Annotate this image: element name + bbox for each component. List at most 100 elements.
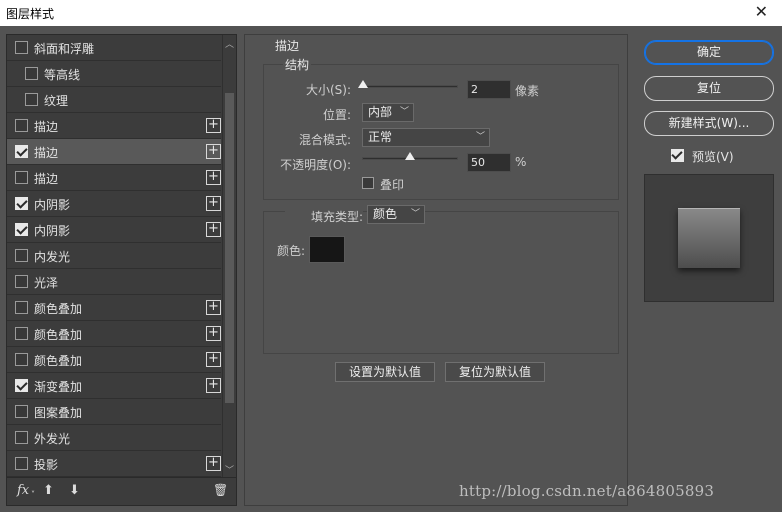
style-item-checkbox[interactable]: [15, 379, 28, 392]
add-effect-icon[interactable]: +: [206, 352, 221, 367]
style-item[interactable]: 光泽: [7, 269, 221, 295]
color-swatch[interactable]: [309, 236, 345, 263]
size-slider[interactable]: [358, 80, 458, 88]
style-item-checkbox[interactable]: [15, 171, 28, 184]
window-title: 图层样式: [6, 7, 55, 21]
opacity-unit: %: [515, 155, 527, 169]
style-item[interactable]: 内阴影 +: [7, 217, 221, 243]
style-item[interactable]: 等高线: [7, 61, 221, 87]
add-effect-icon[interactable]: +: [206, 378, 221, 393]
style-item-checkbox[interactable]: [15, 275, 28, 288]
style-list-scrollbar[interactable]: ︿ ﹀: [222, 35, 236, 477]
reset-button[interactable]: 复位: [644, 76, 774, 101]
trash-icon[interactable]: 🗑: [213, 483, 228, 497]
style-item-checkbox[interactable]: [15, 301, 28, 314]
ok-button[interactable]: 确定: [644, 40, 774, 65]
style-item-label: 渐变叠加: [34, 380, 83, 394]
style-item-checkbox[interactable]: [15, 223, 28, 236]
position-value: 内部: [368, 105, 393, 119]
style-item-checkbox[interactable]: [15, 353, 28, 366]
add-effect-icon[interactable]: +: [206, 196, 221, 211]
preview-thumbnail: [678, 208, 740, 268]
style-item-checkbox[interactable]: [15, 249, 28, 262]
style-item-checkbox[interactable]: [15, 431, 28, 444]
style-item-checkbox[interactable]: [15, 327, 28, 340]
style-item[interactable]: 纹理: [7, 87, 221, 113]
blend-mode-select[interactable]: 正常 ﹀: [362, 128, 490, 147]
move-down-icon[interactable]: ⬇: [69, 483, 80, 498]
style-item-label: 内阴影: [34, 198, 71, 212]
style-item-label: 颜色叠加: [34, 354, 83, 368]
style-item-checkbox[interactable]: [25, 67, 38, 80]
style-item-label: 斜面和浮雕: [34, 42, 95, 56]
fill-group: [263, 211, 619, 354]
position-select[interactable]: 内部 ﹀: [362, 103, 414, 122]
fill-type-select[interactable]: 颜色 ﹀: [367, 205, 425, 224]
style-item-checkbox[interactable]: [15, 197, 28, 210]
add-effect-icon[interactable]: +: [206, 118, 221, 133]
style-item[interactable]: 颜色叠加 +: [7, 347, 221, 373]
style-item-label: 描边: [34, 146, 59, 160]
scroll-down-icon[interactable]: ﹀: [225, 463, 234, 476]
stroke-settings: 描边 结构 大小(S): 2 像素 位置: 内部 ﹀ 混合模式: 正常 ﹀ 不透…: [244, 34, 628, 506]
fx-icon[interactable]: fx: [17, 483, 29, 498]
style-item-checkbox[interactable]: [15, 119, 28, 132]
dialog-body: 斜面和浮雕 等高线 纹理 描边 + 描边 + 描边 + 内阴影 + 内阴影 + 内发光 光泽 颜色叠加 + 颜色叠…: [0, 26, 782, 512]
style-item-checkbox[interactable]: [25, 93, 38, 106]
style-item-checkbox[interactable]: [15, 457, 28, 470]
add-effect-icon[interactable]: +: [206, 326, 221, 341]
set-default-button[interactable]: 设置为默认值: [335, 362, 435, 382]
move-up-icon[interactable]: ⬆: [43, 483, 54, 498]
style-item[interactable]: 描边 +: [7, 113, 221, 139]
structure-title: 结构: [283, 56, 312, 73]
size-slider-knob[interactable]: [358, 80, 368, 88]
preview-checkbox[interactable]: [671, 149, 684, 162]
style-item-checkbox[interactable]: [15, 145, 28, 158]
style-item-checkbox[interactable]: [15, 405, 28, 418]
title-bar: 图层样式 ✕: [0, 0, 782, 26]
scroll-up-icon[interactable]: ︿: [225, 37, 234, 50]
opacity-input[interactable]: 50: [467, 153, 511, 172]
scroll-thumb[interactable]: [225, 93, 234, 403]
style-item-label: 外发光: [34, 432, 71, 446]
style-item[interactable]: 内阴影 +: [7, 191, 221, 217]
color-label: 颜色:: [276, 244, 305, 258]
style-item[interactable]: 颜色叠加 +: [7, 295, 221, 321]
add-effect-icon[interactable]: +: [206, 144, 221, 159]
style-item-label: 光泽: [34, 276, 59, 290]
style-item[interactable]: 投影 +: [7, 451, 221, 477]
size-unit: 像素: [515, 84, 540, 98]
reset-default-button[interactable]: 复位为默认值: [445, 362, 545, 382]
style-item[interactable]: 描边 +: [7, 139, 221, 165]
new-style-button[interactable]: 新建样式(W)...: [644, 111, 774, 136]
style-item[interactable]: 颜色叠加 +: [7, 321, 221, 347]
style-preview: [644, 174, 774, 302]
opacity-label: 不透明度(O):: [280, 158, 351, 172]
add-effect-icon[interactable]: +: [206, 222, 221, 237]
close-icon[interactable]: ✕: [755, 2, 768, 21]
style-list-panel: 斜面和浮雕 等高线 纹理 描边 + 描边 + 描边 + 内阴影 + 内阴影 + 内发光 光泽 颜色叠加 + 颜色叠…: [6, 34, 237, 506]
add-effect-icon[interactable]: +: [206, 170, 221, 185]
opacity-slider-knob[interactable]: [405, 152, 415, 160]
style-item-label: 等高线: [44, 68, 81, 82]
style-item[interactable]: 描边 +: [7, 165, 221, 191]
style-item[interactable]: 渐变叠加 +: [7, 373, 221, 399]
style-item[interactable]: 斜面和浮雕: [7, 35, 221, 61]
style-item-label: 描边: [34, 120, 59, 134]
style-item[interactable]: 外发光: [7, 425, 221, 451]
position-label: 位置:: [322, 108, 351, 122]
watermark-text: http://blog.csdn.net/a864805893: [459, 482, 715, 500]
opacity-slider[interactable]: [362, 152, 458, 160]
style-item-checkbox[interactable]: [15, 41, 28, 54]
size-input[interactable]: 2: [467, 80, 511, 99]
overprint-checkbox[interactable]: [362, 177, 374, 189]
add-effect-icon[interactable]: +: [206, 300, 221, 315]
add-effect-icon[interactable]: +: [206, 456, 221, 471]
style-item[interactable]: 内发光: [7, 243, 221, 269]
overprint-label: 叠印: [380, 178, 405, 192]
style-item[interactable]: 图案叠加: [7, 399, 221, 425]
fx-menu-icon[interactable]: ˅: [31, 490, 35, 499]
chevron-down-icon: ﹀: [475, 132, 485, 142]
style-list-footer: fx ˅ ⬆ ⬇ 🗑: [7, 477, 236, 505]
style-item-label: 内阴影: [34, 224, 71, 238]
